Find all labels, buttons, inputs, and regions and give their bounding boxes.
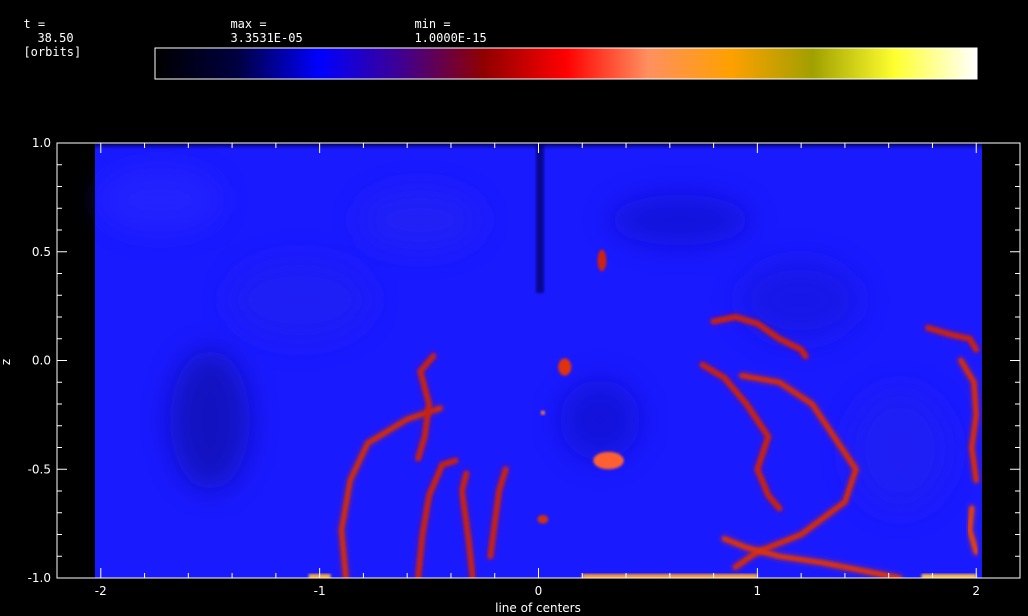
center-dark-strip bbox=[536, 143, 544, 293]
blob-13 bbox=[558, 358, 572, 376]
colorbar bbox=[154, 47, 978, 80]
x-tick-label-3: 1 bbox=[754, 584, 762, 598]
blob-15 bbox=[540, 410, 546, 415]
blob-12 bbox=[593, 451, 624, 470]
x-tick-label-0: -2 bbox=[95, 584, 107, 598]
x-tick-label-4: 2 bbox=[972, 584, 980, 598]
chart-canvas: -2 -1 0 1 2 -1.0 -0.5 0.0 0.5 1.0 line of centers… bbox=[0, 47, 1021, 615]
y-tick-label-2: 0.0 bbox=[32, 354, 51, 368]
blob-16 bbox=[537, 514, 549, 524]
y-axis-label: z bbox=[0, 359, 13, 365]
y-tick-label-0: -1.0 bbox=[28, 571, 51, 585]
y-tick-label-3: 0.5 bbox=[32, 245, 51, 259]
x-axis-label: line of centers bbox=[495, 601, 581, 615]
y-tick-label-4: 1.0 bbox=[32, 136, 51, 150]
x-tick-label-1: -1 bbox=[314, 584, 326, 598]
y-tick-label-1: -0.5 bbox=[28, 462, 51, 476]
heatmap-area bbox=[57, 143, 1020, 578]
blob-14 bbox=[597, 249, 607, 272]
x-tick-label-2: 0 bbox=[535, 584, 543, 598]
